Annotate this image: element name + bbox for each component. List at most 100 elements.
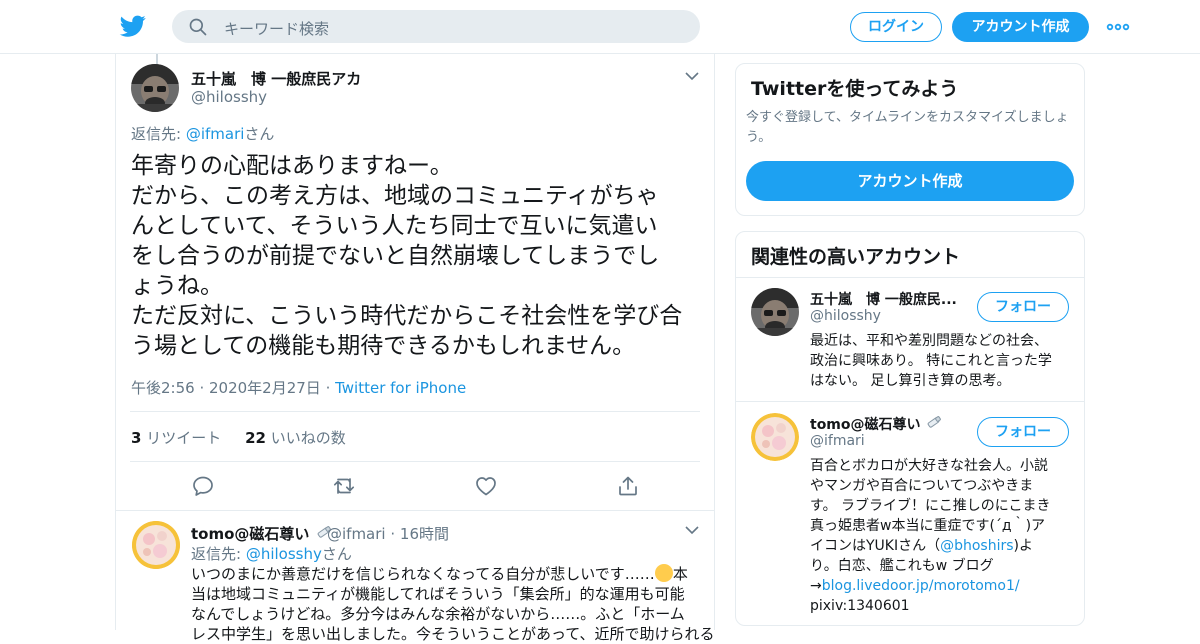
reply-to-link[interactable]: @ifmari [186,125,245,143]
divider [130,411,700,412]
bio-line: 真っ姫患者w本当に重症です(´д｀)ア [810,518,1046,534]
tweet-text-line: 年寄りの心配はありますねー。 [131,153,453,179]
bio-line: →blog.livedoor.jp/morotomo1/ [810,576,1075,596]
reply-text-segment: 本 [672,565,688,583]
follow-button[interactable]: フォロー [977,417,1069,447]
avatar[interactable] [131,64,179,112]
reply-author-name-text: tomo@磁石尊い [191,525,310,543]
divider [736,401,1084,402]
reply-text-segment: いつのまにか善意だけを信じられなくなってる自分が悲しいです…… [191,565,655,583]
meta-separator: · [385,525,400,543]
tweet-timestamp[interactable]: 午後2:56 · 2020年2月27日 [131,379,321,397]
related-account-name-text: tomo@磁石尊い [810,417,921,433]
avatar[interactable] [751,413,799,461]
bio-line: 政治に興味あり。 特にこれと言った学 [810,353,1052,369]
avatar-illustration [751,413,799,461]
reply-icon[interactable] [191,474,215,498]
bio-line: やマンガや百合についてつぶやきま [810,478,1034,494]
signup-card-desc: 今すぐ登録して、タイムラインをカスタマイズしましょう。 [746,110,1069,145]
bio-segment: → [810,578,822,594]
author-handle[interactable]: @hilosshy [191,88,267,106]
search-icon [189,18,207,36]
reply-prefix: 返信先: [191,545,246,563]
signup-card-title: Twitterを使ってみよう [751,78,959,100]
tweet-text-line: だから、この考え方は、地域のコミュニティがちゃ [131,183,659,209]
meta-separator: · [320,379,336,397]
tweet-text: 年寄りの心配はありますねー。 だから、この考え方は、地域のコミュニティがちゃ ん… [131,151,703,361]
reply-time[interactable]: 16時間 [400,525,449,543]
bio-line: イコンはYUKIさん（@bhoshirs)よ [810,536,1075,556]
related-accounts-card: 関連性の高いアカウント 五十嵐 博 一般庶民... @hilosshy フォロー… [735,231,1085,626]
bio-mention-link[interactable]: @bhoshirs [940,538,1013,554]
like-stat[interactable]: 22 いいねの数 [245,429,346,447]
avatar[interactable] [751,288,799,336]
login-button[interactable]: ログイン [850,12,942,42]
retweet-count: 3 [131,429,142,447]
twitter-bird-icon[interactable] [119,13,147,39]
reply-author-name[interactable]: tomo@磁石尊い [191,523,333,544]
tweet-text-line: う場としての機能も期待できるかもしれません。 [131,333,636,359]
divider [736,277,1084,278]
search-box[interactable]: キーワード検索 [172,10,700,43]
search-input[interactable]: キーワード検索 [224,18,329,39]
signup-button[interactable]: アカウント作成 [952,12,1089,42]
reply-text-line: レス中学生」を思い出しました。今そういうことがあって、近所で助けられる [191,625,715,643]
like-icon[interactable] [474,474,498,498]
related-account-name[interactable]: tomo@磁石尊い [810,414,943,434]
bio-line: 最近は、平和や差別問題などの社会、 [810,333,1048,349]
reply-author-meta: @ifmari · 16時間 [327,523,449,544]
top-bar: キーワード検索 ログイン アカウント作成 [0,0,1200,54]
reply-text-line: なんでしょうけどね。多分今はみんな余裕がないから……。ふと「ホーム [191,605,685,623]
related-account-bio: 最近は、平和や差別問題などの社会、 政治に興味あり。 特にこれと言った学 はない… [810,331,1075,391]
reply-text-line: 当は地域コミュニティが機能してればそういう「集会所」的な運用も可能 [191,585,685,603]
reply-to-link[interactable]: @hilosshy [246,545,322,563]
reply-text: いつのまにか善意だけを信じられなくなってる自分が悲しいです…… 本 当は地域コミュ… [191,564,715,644]
tweet-text-line: ょうね。 [131,273,223,299]
retweet-stat[interactable]: 3 リツイート [131,429,221,447]
medical-tool-icon [928,416,942,428]
tweet-text-line: ただ反対に、こういう時代だからこそ社会性を学び合 [131,303,683,329]
like-count: 22 [245,429,266,447]
avatar-illustration [132,521,180,569]
signup-card-button[interactable]: アカウント作成 [746,161,1074,201]
reply-context: 返信先: @ifmariさん [131,123,274,144]
tweet-text-line: をし合うのが前提でないと自然崩壊してしまうでし [131,243,660,269]
avatar-photo [131,64,179,112]
bio-segment: )よ [1013,538,1034,554]
tweet-column: 五十嵐 博 一般庶民アカ @hilosshy 返信先: @ifmariさん 年寄… [115,54,715,643]
retweet-label: リツイート [141,429,222,447]
tweet-stats: 3 リツイート 22 いいねの数 [131,427,346,448]
share-icon[interactable] [616,474,640,498]
bio-line: pixiv:1340601 [810,598,910,614]
bio-line: 百合とボカロが大好きな社会人。小説 [810,458,1048,474]
tweet-source[interactable]: Twitter for iPhone [335,379,466,397]
like-label: いいねの数 [265,429,346,447]
chevron-down-icon[interactable] [685,525,699,535]
related-account-bio: 百合とボカロが大好きな社会人。小説 やマンガや百合についてつぶやきま す。 ラブ… [810,456,1075,616]
bio-blog-link[interactable]: blog.livedoor.jp/morotomo1/ [822,578,1020,594]
thread-connector [156,54,158,64]
bio-line: はない。 足し算引き算の思考。 [810,373,1011,389]
follow-button[interactable]: フォロー [977,292,1069,322]
reply-suffix: さん [321,545,352,563]
reply-context: 返信先: @hilosshyさん [191,543,352,564]
bio-line: す。 ラブライブ！にこ推しのにこまき [810,498,1051,514]
chevron-down-icon[interactable] [685,71,699,81]
retweet-icon[interactable] [332,474,356,498]
related-card-title: 関連性の高いアカウント [751,246,961,268]
tweet-text-line: んとしていて、そういう人たち同士で互いに気遣い [131,213,658,239]
related-account-name[interactable]: 五十嵐 博 一般庶民... [810,289,957,309]
avatar[interactable] [132,521,180,569]
signup-card: Twitterを使ってみよう 今すぐ登録して、タイムラインをカスタマイズしましょ… [735,63,1085,216]
reply-author-handle[interactable]: @ifmari [327,525,386,543]
reply-text-line: いつのまにか善意だけを信じられなくなってる自分が悲しいです…… 本 [191,564,701,584]
divider [130,461,700,462]
related-account-handle[interactable]: @ifmari [810,433,865,449]
related-account-handle[interactable]: @hilosshy [810,308,881,324]
persevering-face-icon [654,564,673,582]
author-name[interactable]: 五十嵐 博 一般庶民アカ [191,68,361,89]
tweet-meta: 午後2:56 · 2020年2月27日 · Twitter for iPhone [131,377,466,398]
avatar-photo [751,288,799,336]
reply-prefix: 返信先: [131,125,186,143]
more-dots-icon[interactable] [1106,18,1130,36]
